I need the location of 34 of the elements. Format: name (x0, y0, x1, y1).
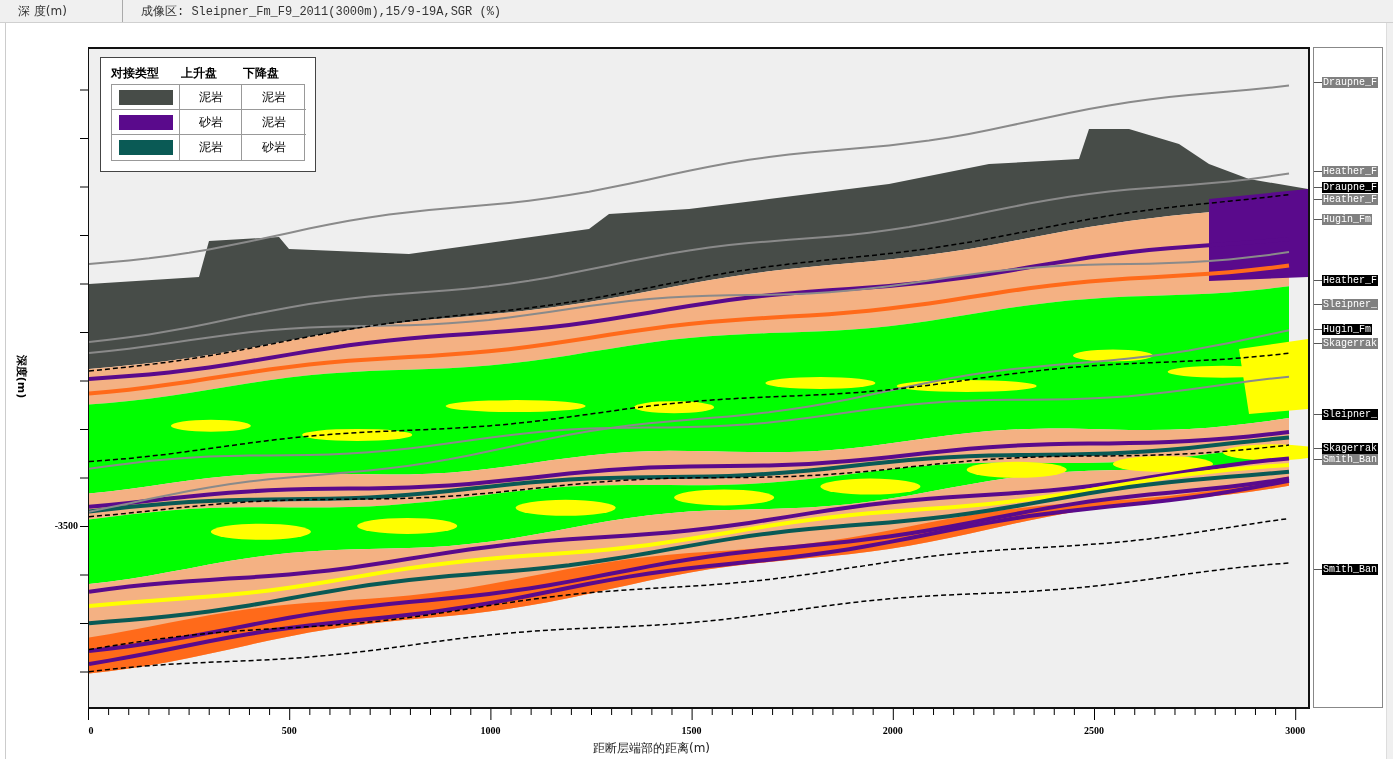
legend-label: 泥岩 (198, 139, 223, 156)
y-axis-title: 深度(m) (14, 354, 30, 399)
legend-header: 上升盘 (181, 64, 218, 82)
x-tick-label: 2000 (882, 725, 903, 736)
legend-label: 砂岩 (262, 139, 286, 156)
formation-top-label: Smith_Ban (1322, 454, 1378, 465)
formation-top-label: Draupne_F (1322, 77, 1378, 88)
image-title: 成像区: Sleipner_Fm_F9_2011(3000m),15/9-19A,SGR (%) (140, 3, 503, 21)
formation-top-label: Hugin_Fm (1322, 324, 1372, 335)
x-axis-title: 距断层端部的距离(m) (593, 740, 711, 757)
legend-label: 砂岩 (198, 113, 223, 131)
x-tick-label: 1000 (480, 725, 501, 736)
x-tick-label: 1500 (681, 725, 702, 736)
formation-top-label: Skagerrak (1322, 338, 1378, 349)
formation-top-label: Sleipner_ (1322, 299, 1378, 310)
formation-top-label: Heather_F (1322, 166, 1378, 177)
depth-column-label: 深 度(m) (0, 0, 123, 22)
formation-top-label: Heather_F (1322, 275, 1378, 286)
legend-label: 泥岩 (262, 113, 286, 131)
y-tick-label: -3500 (54, 519, 78, 531)
x-tick-label: 3000 (1285, 725, 1306, 736)
legend-label: 泥岩 (262, 88, 286, 106)
formation-top-label: Smith_Ban (1322, 564, 1378, 575)
formation-top-label: Hugin_Fm (1322, 214, 1372, 225)
legend-header: 下降盘 (243, 64, 280, 82)
formation-top-label: Draupne_F (1322, 182, 1378, 193)
x-tick-label: 0 (88, 725, 94, 736)
formation-top-label: Sleipner_ (1322, 409, 1378, 420)
x-tick-label: 500 (281, 725, 297, 736)
x-tick-label: 2500 (1084, 725, 1104, 736)
formation-top-label: Skagerrak (1322, 443, 1378, 454)
legend-label: 泥岩 (198, 88, 223, 106)
legend-header: 对接类型 (111, 64, 160, 82)
formation-top-label: Heather_F (1322, 194, 1378, 205)
